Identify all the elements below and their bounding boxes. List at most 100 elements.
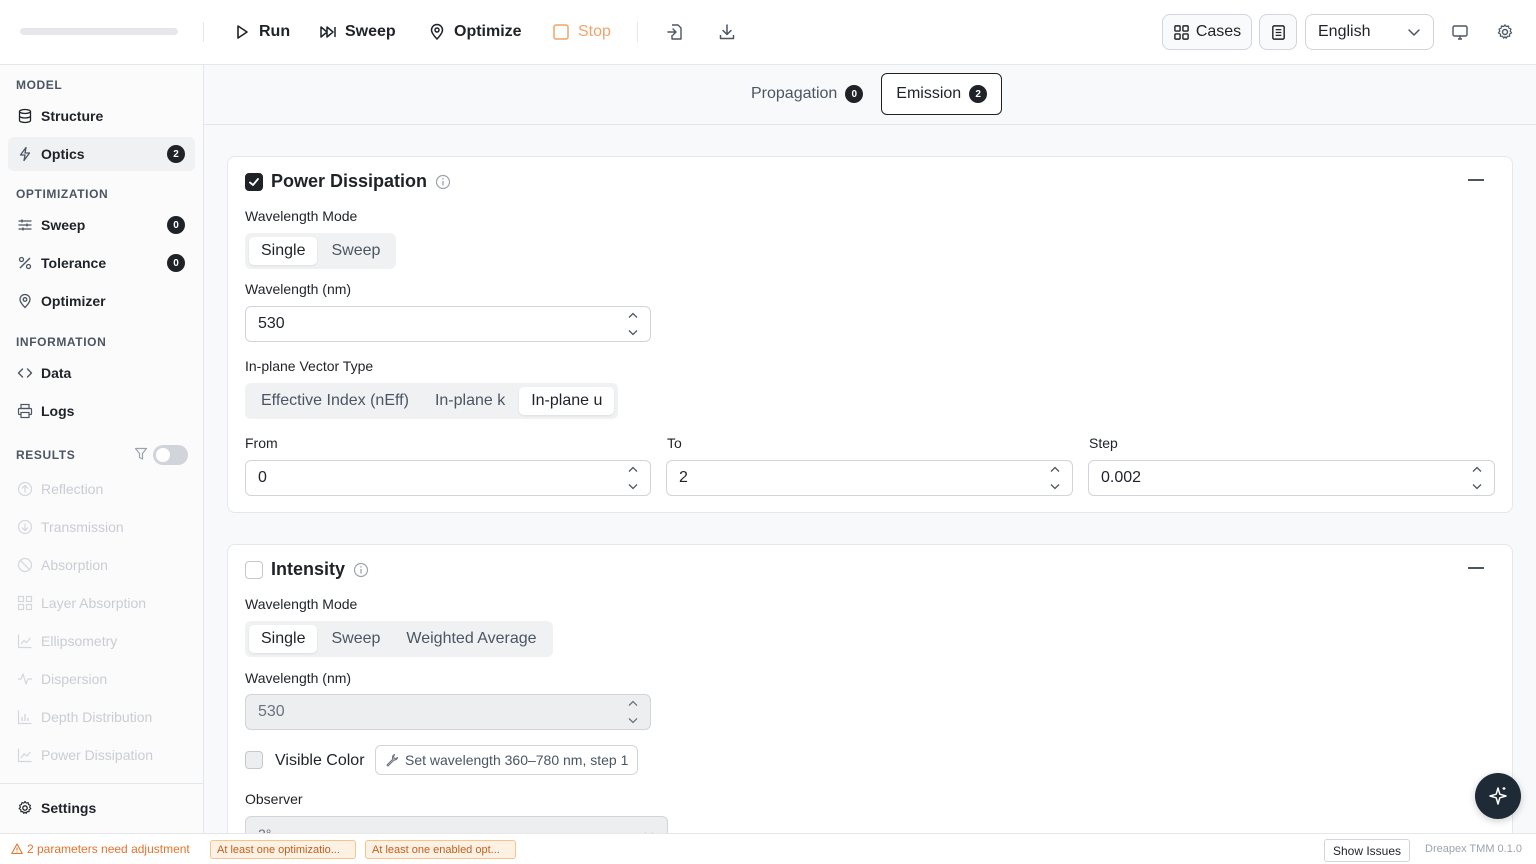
top-toolbar: Run Sweep Optimize Stop Cases English [0,0,1536,65]
sweep-label: Sweep [345,23,396,40]
vector-type-label: In-plane Vector Type [245,358,374,374]
visible-color-checkbox[interactable] [245,751,263,769]
wavelength-input[interactable]: 530 [245,694,651,730]
to-value: 2 [679,469,688,486]
step-input[interactable]: 0.002 [1088,460,1495,496]
language-select[interactable]: English [1305,14,1434,50]
notes-button[interactable] [1259,14,1297,50]
sidebar-item-transmission[interactable]: Transmission [8,510,195,544]
sidebar-item-absorption[interactable]: Absorption [8,548,195,582]
code-icon [17,365,33,381]
run-button[interactable]: Run [233,16,290,48]
display-button[interactable] [1444,16,1476,48]
location-pin-icon [17,293,33,309]
sidebar-item-data[interactable]: Data [8,356,195,390]
sidebar-item-label: Data [41,365,72,381]
set-wavelength-button[interactable]: Set wavelength 360–780 nm, step 1 [375,745,639,775]
vector-type-neff[interactable]: Effective Index (nEff) [249,387,421,415]
cases-button[interactable]: Cases [1162,14,1252,50]
filter-icon[interactable] [134,447,148,461]
sidebar-item-dispersion[interactable]: Dispersion [8,662,195,696]
collapse-button[interactable] [1468,567,1484,569]
sidebar-item-label: Transmission [41,519,124,535]
number-stepper[interactable] [1050,466,1060,490]
stop-square-icon [553,24,569,40]
warning-summary[interactable]: 2 parameters need adjustment [11,842,190,856]
tab-bar: Propagation 0 Emission 2 [204,65,1536,125]
sidebar-item-label: Settings [41,800,97,816]
wavelength-input[interactable]: 530 [245,306,651,342]
chevron-up-icon [628,312,638,318]
number-stepper[interactable] [1472,466,1482,490]
number-stepper[interactable] [628,700,638,724]
number-stepper[interactable] [628,466,638,490]
observer-select[interactable]: 2° [245,816,668,833]
sidebar-item-power-dissipation[interactable]: Power Dissipation [8,738,195,772]
count-badge: 0 [167,254,185,272]
sidebar-item-optics[interactable]: Optics 2 [8,137,195,171]
warning-chip[interactable]: At least one enabled opt... [365,840,516,859]
progress-bar [20,28,178,35]
sidebar: MODEL Structure Optics 2 OPTIMIZATION Sw… [0,65,204,833]
results-filter-toggle[interactable] [153,445,188,465]
wavelength-mode-single[interactable]: Single [249,625,318,653]
step-label: Step [1089,435,1118,451]
number-stepper[interactable] [628,312,638,336]
chevron-up-icon [1050,466,1060,472]
tab-label: Propagation [751,85,838,102]
card-header: Power Dissipation [245,171,451,192]
wavelength-mode-label: Wavelength Mode [245,208,358,224]
sidebar-item-layer-absorption[interactable]: Layer Absorption [8,586,195,620]
vector-type-k[interactable]: In-plane k [423,387,517,415]
card-title: Intensity [271,559,346,579]
import-button[interactable] [659,16,691,48]
chevron-down-icon [1050,484,1060,490]
gear-icon [17,800,33,816]
cases-label: Cases [1195,23,1242,40]
wavelength-mode-sweep[interactable]: Sweep [319,237,392,265]
sidebar-item-logs[interactable]: Logs [8,394,195,428]
wavelength-mode-sweep[interactable]: Sweep [319,625,392,653]
sidebar-item-ellipsometry[interactable]: Ellipsometry [8,624,195,658]
sparkle-icon [1489,787,1507,805]
from-label: From [245,435,278,451]
stop-button[interactable]: Stop [552,16,611,48]
download-button[interactable] [711,16,743,48]
observer-value: 2° [258,826,271,833]
sidebar-item-structure[interactable]: Structure [8,99,195,133]
collapse-button[interactable] [1468,179,1484,181]
tab-propagation[interactable]: Propagation 0 [737,73,877,115]
visible-color-label: Visible Color [275,752,365,769]
info-icon[interactable] [353,562,369,578]
from-input[interactable]: 0 [245,460,651,496]
sidebar-item-sweep[interactable]: Sweep 0 [8,208,195,242]
sidebar-item-optimizer[interactable]: Optimizer [8,284,195,318]
sidebar-item-label: Depth Distribution [41,709,153,725]
tab-emission[interactable]: Emission 2 [881,73,1003,115]
sidebar-item-label: Tolerance [41,255,107,271]
chevron-down-icon [628,484,638,490]
fast-forward-icon [320,26,336,38]
wavelength-mode-weighted-average[interactable]: Weighted Average [394,625,548,653]
intensity-checkbox[interactable] [245,560,263,579]
bolt-icon [17,146,33,162]
sweep-button[interactable]: Sweep [319,16,396,48]
warning-chip[interactable]: At least one optimizatio... [210,840,356,859]
info-icon[interactable] [435,174,451,190]
optimize-button[interactable]: Optimize [428,16,522,48]
ai-assistant-button[interactable] [1475,773,1521,819]
sidebar-item-settings[interactable]: Settings [8,791,195,825]
grid-icon [17,595,33,611]
vector-type-u[interactable]: In-plane u [519,387,615,415]
power-dissipation-checkbox[interactable] [245,172,263,191]
checkmark-icon [249,177,259,186]
settings-button[interactable] [1489,16,1521,48]
sidebar-item-depth-distribution[interactable]: Depth Distribution [8,700,195,734]
wavelength-mode-single[interactable]: Single [249,237,318,265]
sidebar-item-label: Dispersion [41,671,108,687]
to-input[interactable]: 2 [666,460,1073,496]
sidebar-item-reflection[interactable]: Reflection [8,472,195,506]
chevron-up-icon [1472,466,1482,472]
sidebar-item-tolerance[interactable]: Tolerance 0 [8,246,195,280]
show-issues-button[interactable]: Show Issues [1324,839,1411,862]
